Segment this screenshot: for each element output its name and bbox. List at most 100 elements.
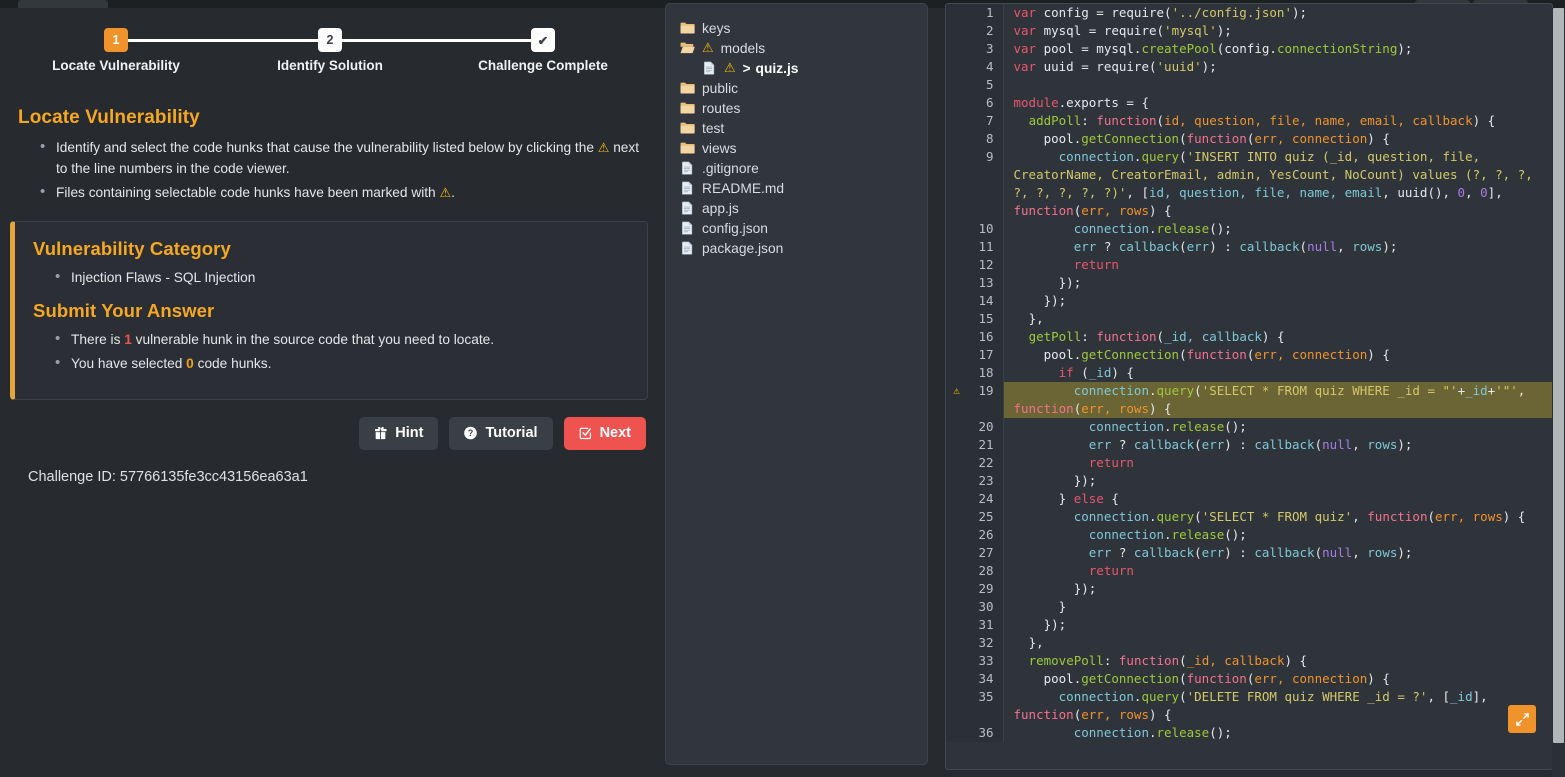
code-line-content[interactable]: var config = require('../config.json'); [1003, 4, 1552, 22]
next-button-label: Next [599, 425, 631, 441]
code-line-content[interactable]: }, [1003, 310, 1552, 328]
code-line-row: 16 getPoll: function(_id, callback) { [946, 328, 1552, 346]
code-token: _id, callback [1164, 329, 1262, 344]
code-token: 'SELECT * FROM quiz WHERE _id = "' [1201, 383, 1458, 398]
code-line-content[interactable]: getPoll: function(_id, callback) { [1003, 328, 1552, 346]
file-tree-item-test[interactable]: test [680, 118, 917, 138]
file-tree-item-keys[interactable]: keys [680, 18, 917, 38]
code-token: _id [1465, 383, 1488, 398]
code-line-content[interactable]: err ? callback(err) : callback(null, row… [1003, 238, 1552, 256]
file-tree-item-config-json[interactable]: config.json [680, 218, 917, 238]
code-line-content[interactable]: addPoll: function(id, question, file, na… [1003, 112, 1552, 130]
code-line-content[interactable]: var uuid = require('uuid'); [1003, 58, 1552, 76]
code-line-content[interactable]: }); [1003, 274, 1552, 292]
code-line-content[interactable]: err ? callback(err) : callback(null, row… [1003, 544, 1552, 562]
selected-count-prefix: You have selected [71, 356, 187, 371]
code-scroll-area[interactable]: 1 var config = require('../config.json');… [946, 4, 1552, 769]
file-tree-item-readme-md[interactable]: README.md [680, 178, 917, 198]
code-line-content[interactable]: connection.release(); [1003, 724, 1552, 742]
code-token: config = [1043, 5, 1112, 20]
code-line-content[interactable]: }); [1003, 292, 1552, 310]
file-tree-item-routes[interactable]: routes [680, 98, 917, 118]
code-line-content[interactable]: connection.release(); [1003, 418, 1552, 436]
code-token: 0 [1457, 185, 1466, 200]
code-line-content[interactable]: return [1003, 562, 1552, 580]
code-line-content[interactable]: connection.query('DELETE FROM quiz WHERE… [1003, 688, 1552, 724]
code-line-content[interactable]: if (_id) { [1003, 364, 1552, 382]
stepper-step-3[interactable]: ✔ Challenge Complete [468, 28, 618, 73]
file-tree-panel[interactable]: keys ⚠ models ⚠ > quiz.js public routes test view… [665, 3, 928, 765]
code-token: pool. [1013, 671, 1082, 686]
code-line-content[interactable]: }, [1003, 634, 1552, 652]
code-token: ? [1111, 545, 1134, 560]
code-line-content[interactable]: err ? callback(err) : callback(null, row… [1003, 436, 1552, 454]
code-line-number: 4 [967, 58, 1004, 76]
code-token: return [1073, 257, 1119, 272]
stepper-step-2[interactable]: 2 Identify Solution [255, 28, 405, 73]
file-tree-item-quiz-js[interactable]: ⚠ > quiz.js [680, 58, 917, 78]
code-line-content[interactable]: removePoll: function(_id, callback) { [1003, 652, 1552, 670]
code-token: . [1164, 527, 1172, 542]
file-tree-item-public[interactable]: public [680, 78, 917, 98]
page-scrollbar-thumb[interactable] [1553, 8, 1564, 743]
code-token: ( [1299, 239, 1308, 254]
code-token: (); [1224, 419, 1247, 434]
code-line-content[interactable]: connection.query('SELECT * FROM quiz', f… [1003, 508, 1552, 526]
code-line-content[interactable]: pool.getConnection(function(err, connect… [1003, 130, 1552, 148]
code-line-content[interactable]: var mysql = require('mysql'); [1003, 22, 1552, 40]
code-line-number: 17 [967, 346, 1004, 364]
page-scrollbar[interactable] [1552, 8, 1565, 777]
selected-count-value: 0 [186, 356, 194, 371]
code-line-content[interactable]: return [1003, 454, 1552, 472]
file-tree-item-models[interactable]: ⚠ models [680, 38, 917, 58]
code-token: ( [1194, 545, 1202, 560]
expand-code-button[interactable] [1508, 705, 1536, 733]
code-token: release [1156, 221, 1210, 236]
code-token: { [1103, 491, 1119, 506]
hint-button[interactable]: Hint [359, 417, 439, 450]
code-token: release [1156, 725, 1210, 740]
code-line-content[interactable]: connection.release(); [1003, 220, 1552, 238]
file-tree-item-views[interactable]: views [680, 138, 917, 158]
code-line-content[interactable]: } else { [1003, 490, 1552, 508]
code-line-content[interactable]: pool.getConnection(function(err, connect… [1003, 346, 1552, 364]
file-tree-item--gitignore[interactable]: .gitignore [680, 158, 917, 178]
code-line-content[interactable]: return [1003, 256, 1552, 274]
code-line-content[interactable]: }); [1003, 472, 1552, 490]
code-token: ( [1427, 509, 1436, 524]
code-token: 'mysql' [1164, 23, 1217, 38]
code-token: ) { [1367, 131, 1390, 146]
code-line-content[interactable]: connection.query('INSERT INTO quiz (_id,… [1003, 148, 1552, 220]
code-token: ], [1487, 185, 1511, 200]
code-line-content[interactable]: connection.query('SELECT * FROM quiz WHE… [1003, 382, 1552, 418]
code-token: ( [1314, 437, 1323, 452]
code-line-content[interactable]: }); [1003, 616, 1552, 634]
code-token: , [ [1427, 689, 1451, 704]
code-line-row: 4 var uuid = require('uuid'); [946, 58, 1552, 76]
challenge-left-panel: 1 Locate Vulnerability 2 Identify Soluti… [0, 8, 660, 777]
tutorial-button[interactable]: ? Tutorial [449, 417, 553, 450]
code-line-content[interactable]: module.exports = { [1003, 94, 1552, 112]
folder-icon [680, 121, 695, 135]
code-token: ( [1073, 365, 1089, 380]
file-tree-item-package-json[interactable]: package.json [680, 238, 917, 258]
file-tree-item-app-js[interactable]: app.js [680, 198, 917, 218]
code-line-row: 3 var pool = mysql.createPool(config.conn… [946, 40, 1552, 58]
code-line-content[interactable]: connection.release(); [1003, 526, 1552, 544]
code-gutter-flag [946, 670, 967, 688]
code-line-content[interactable]: }); [1003, 580, 1552, 598]
stepper-step-1[interactable]: 1 Locate Vulnerability [41, 28, 191, 73]
code-hunk-select-warning-icon[interactable]: ⚠ [946, 382, 967, 418]
code-token: : [1081, 329, 1097, 344]
code-token: connectionString [1276, 41, 1398, 56]
code-viewer-panel[interactable]: 1 var config = require('../config.json');… [945, 3, 1553, 770]
code-line-content[interactable]: var pool = mysql.createPool(config.conne… [1003, 40, 1552, 58]
code-token: connection [1058, 689, 1134, 704]
next-button[interactable]: Next [563, 417, 646, 450]
browser-tab-remnant[interactable] [18, 0, 108, 8]
code-line-content[interactable]: pool.getConnection(function(err, connect… [1003, 670, 1552, 688]
code-line-content[interactable]: } [1003, 598, 1552, 616]
code-line-content[interactable] [1003, 76, 1552, 94]
submit-answer-title: Submit Your Answer [33, 300, 215, 321]
